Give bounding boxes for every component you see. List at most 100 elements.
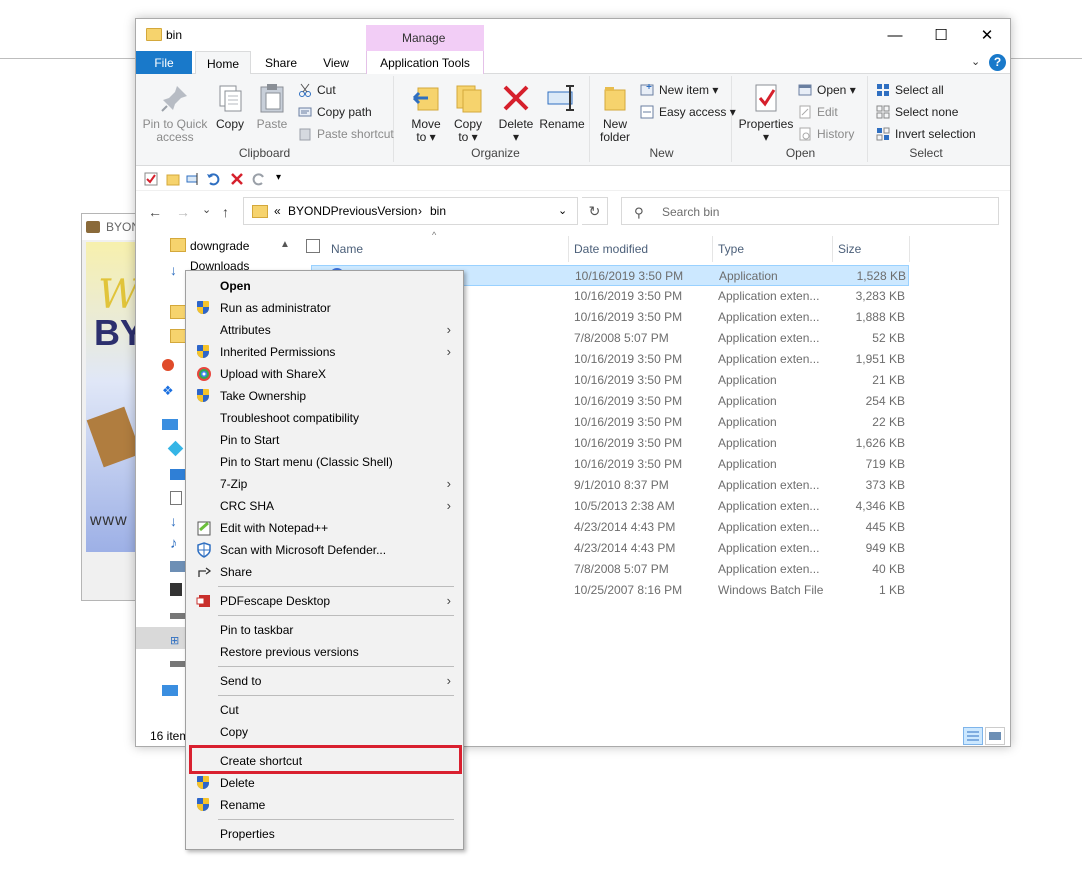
copy-button[interactable]: Copy [210, 78, 250, 131]
tab-file[interactable]: File [136, 51, 192, 74]
copy-to-button[interactable]: Copy to ▾ [448, 78, 488, 144]
column-header-type[interactable]: Type [718, 236, 744, 262]
menu-label: Properties [220, 827, 275, 841]
menu-item-pdfescape-desktop[interactable]: PDFescape Desktop › [188, 590, 461, 612]
column-divider[interactable] [712, 236, 713, 262]
new-folder-button[interactable]: New folder [594, 78, 636, 144]
menu-item-troubleshoot-compatibility[interactable]: Troubleshoot compatibility [188, 407, 461, 429]
breadcrumb-bin[interactable]: bin [430, 204, 446, 218]
menu-item-upload-sharex[interactable]: Upload with ShareX [188, 363, 461, 385]
menu-item-send-to[interactable]: Send to › [188, 670, 461, 692]
menu-item-pin-to-start-classic-shell[interactable]: Pin to Start menu (Classic Shell) [188, 451, 461, 473]
cell-type: Application exten... [718, 289, 820, 303]
recent-locations-button[interactable]: ⌄ [202, 203, 211, 216]
help-icon[interactable]: ? [989, 54, 1006, 71]
background-byond-window[interactable]: BYON W BY www [81, 213, 141, 601]
details-view-button[interactable] [963, 727, 983, 745]
search-input[interactable]: Search bin [662, 205, 719, 219]
ribbon-collapse-chevron-icon[interactable]: ⌄ [971, 55, 980, 68]
select-all-checkbox[interactable] [306, 239, 320, 253]
nav-scroll-up-icon[interactable]: ▲ [280, 239, 290, 250]
large-icons-view-button[interactable] [985, 727, 1005, 745]
maximize-button[interactable]: ☐ [918, 19, 964, 51]
column-header-date-modified[interactable]: Date modified [574, 236, 648, 262]
menu-item-restore-previous-versions[interactable]: Restore previous versions [188, 641, 461, 663]
menu-item-scan-defender[interactable]: Scan with Microsoft Defender... [188, 539, 461, 561]
invert-selection-button[interactable]: Invert selection [876, 124, 976, 144]
address-dropdown-icon[interactable]: ⌄ [558, 204, 567, 217]
qat-folder-icon[interactable] [166, 172, 180, 186]
delete-button[interactable]: Delete ▾ [496, 78, 536, 144]
menu-item-open[interactable]: Open [188, 275, 461, 297]
folder-icon [146, 28, 162, 41]
address-folder-icon [252, 205, 268, 218]
tab-application-tools[interactable]: Application Tools [366, 51, 484, 74]
column-header-name[interactable]: Name [331, 236, 363, 262]
menu-label: Cut [220, 703, 239, 717]
new-item-button[interactable]: New item ▾ [640, 80, 718, 100]
menu-item-take-ownership[interactable]: Take Ownership [188, 385, 461, 407]
address-bar[interactable]: « BYONDPreviousVersion › bin ⌄ [243, 197, 578, 225]
tab-view[interactable]: View [312, 51, 360, 74]
notepadpp-icon [196, 520, 212, 536]
menu-item-run-as-administrator[interactable]: Run as administrator [188, 297, 461, 319]
column-divider[interactable] [832, 236, 833, 262]
history-button[interactable]: History [798, 124, 854, 144]
refresh-button[interactable]: ↻ [582, 197, 608, 225]
open-button[interactable]: Open ▾ [798, 80, 856, 100]
menu-item-share[interactable]: Share [188, 561, 461, 583]
tab-share[interactable]: Share [258, 51, 304, 74]
menu-item-pin-to-taskbar[interactable]: Pin to taskbar [188, 619, 461, 641]
qat-undo-icon[interactable] [206, 172, 220, 186]
scissors-icon [298, 83, 312, 97]
title-bar[interactable]: bin Manage — ☐ ✕ [136, 19, 1010, 53]
cell-size: 373 KB [865, 478, 905, 492]
menu-item-delete[interactable]: Delete [188, 772, 461, 794]
menu-item-properties[interactable]: Properties [188, 823, 461, 845]
qat-rename-icon[interactable] [186, 172, 200, 186]
copy-path-button[interactable]: Copy path [298, 102, 372, 122]
cut-button[interactable]: Cut [298, 80, 336, 100]
search-box[interactable]: ⚲ Search bin [621, 197, 999, 225]
select-none-button[interactable]: Select none [876, 102, 958, 122]
menu-item-pin-to-start[interactable]: Pin to Start [188, 429, 461, 451]
column-header-size[interactable]: Size [838, 236, 861, 262]
paste-button[interactable]: Paste [252, 78, 292, 131]
easy-access-button[interactable]: Easy access ▾ [640, 102, 736, 122]
column-divider[interactable] [568, 236, 569, 262]
close-button[interactable]: ✕ [964, 19, 1010, 51]
menu-item-crc-sha[interactable]: CRC SHA › [188, 495, 461, 517]
up-button[interactable]: ↑ [222, 204, 229, 220]
menu-item-rename[interactable]: Rename [188, 794, 461, 816]
nav-item-downgrade[interactable]: downgrade [190, 235, 249, 257]
rename-button[interactable]: Rename [538, 78, 586, 131]
move-to-button[interactable]: Move to ▾ [406, 78, 446, 144]
menu-item-edit-notepadpp[interactable]: Edit with Notepad++ [188, 517, 461, 539]
breadcrumb-overflow[interactable]: « [274, 204, 281, 218]
qat-properties-icon[interactable] [144, 172, 158, 186]
menu-item-copy[interactable]: Copy [188, 721, 461, 743]
back-button[interactable]: ← [148, 204, 162, 220]
paste-shortcut-button[interactable]: Paste shortcut [298, 124, 394, 144]
properties-button[interactable]: Properties ▾ [738, 78, 794, 144]
menu-item-inherited-permissions[interactable]: Inherited Permissions › [188, 341, 461, 363]
menu-item-attributes[interactable]: Attributes › [188, 319, 461, 341]
qat-redo-icon[interactable] [252, 172, 266, 186]
documents-icon [170, 491, 182, 505]
edit-button[interactable]: Edit [798, 102, 838, 122]
qat-customize-dropdown-icon[interactable]: ▾ [276, 172, 290, 186]
forward-button[interactable]: → [176, 204, 190, 220]
pin-quick-access-button[interactable]: Pin to Quick access [142, 78, 208, 144]
minimize-button[interactable]: — [872, 19, 918, 51]
breadcrumb-byondpreviousversion[interactable]: BYONDPreviousVersion [288, 204, 417, 218]
menu-separator [218, 695, 454, 696]
copy-label: Copy [215, 117, 244, 131]
menu-item-7zip[interactable]: 7-Zip › [188, 473, 461, 495]
menu-item-cut[interactable]: Cut [188, 699, 461, 721]
tab-home[interactable]: Home [195, 51, 251, 75]
menu-label: 7-Zip [220, 477, 248, 491]
column-divider[interactable] [909, 236, 910, 262]
cell-size: 1 KB [878, 583, 905, 597]
qat-delete-icon[interactable] [230, 172, 244, 186]
select-all-button[interactable]: Select all [876, 80, 944, 100]
